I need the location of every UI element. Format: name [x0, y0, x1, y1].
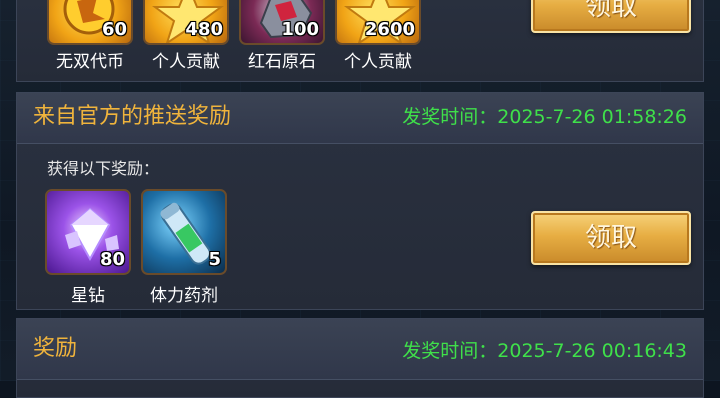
- claim-button[interactable]: 领取: [531, 211, 691, 265]
- award-time: 发奖时间：2025-7-26 00:16:43: [402, 340, 687, 362]
- item-name: 星钻: [71, 286, 105, 306]
- official-push-reward-panel: 来自官方的推送奖励 发奖时间：2025-7-26 01:58:26 获得以下奖励…: [16, 92, 704, 310]
- panel-header: 来自官方的推送奖励 发奖时间：2025-7-26 01:58:26: [17, 93, 703, 144]
- reward-item-contribution-2[interactable]: 2600: [335, 0, 421, 45]
- item-name: 体力药剂: [150, 286, 218, 306]
- panel-header: 奖励 发奖时间：2025-7-26 00:16:43: [17, 319, 703, 380]
- award-time: 发奖时间：2025-7-26 01:58:26: [402, 106, 687, 128]
- item-name: 红石原石: [248, 52, 316, 72]
- reward-item-coin[interactable]: 60: [47, 0, 133, 45]
- panel-title: 来自官方的推送奖励: [33, 104, 232, 129]
- reward-item-ore[interactable]: 100: [239, 0, 325, 45]
- item-quantity: 480: [185, 19, 223, 40]
- item-name: 无双代币: [56, 52, 124, 72]
- item-quantity: 60: [101, 19, 127, 40]
- reward-item-star-diamond[interactable]: 80: [45, 189, 131, 275]
- reward-panel-top: 60 480 100 2600 无双代币 个人贡献 红石原石 个人贡献 领取: [16, 0, 704, 82]
- item-quantity: 80: [99, 249, 125, 270]
- item-quantity: 5: [208, 249, 221, 270]
- item-name: 个人贡献: [152, 52, 220, 72]
- item-quantity: 100: [281, 19, 319, 40]
- item-name: 个人贡献: [344, 52, 412, 72]
- item-quantity: 2600: [364, 19, 415, 40]
- reward-item-contribution[interactable]: 480: [143, 0, 229, 45]
- panel-title: 奖励: [33, 336, 78, 361]
- reward-panel: 奖励 发奖时间：2025-7-26 00:16:43: [16, 318, 704, 398]
- claim-button[interactable]: 领取: [531, 0, 691, 33]
- reward-item-stamina-potion[interactable]: 5: [141, 189, 227, 275]
- reward-subtitle: 获得以下奖励：: [47, 159, 160, 178]
